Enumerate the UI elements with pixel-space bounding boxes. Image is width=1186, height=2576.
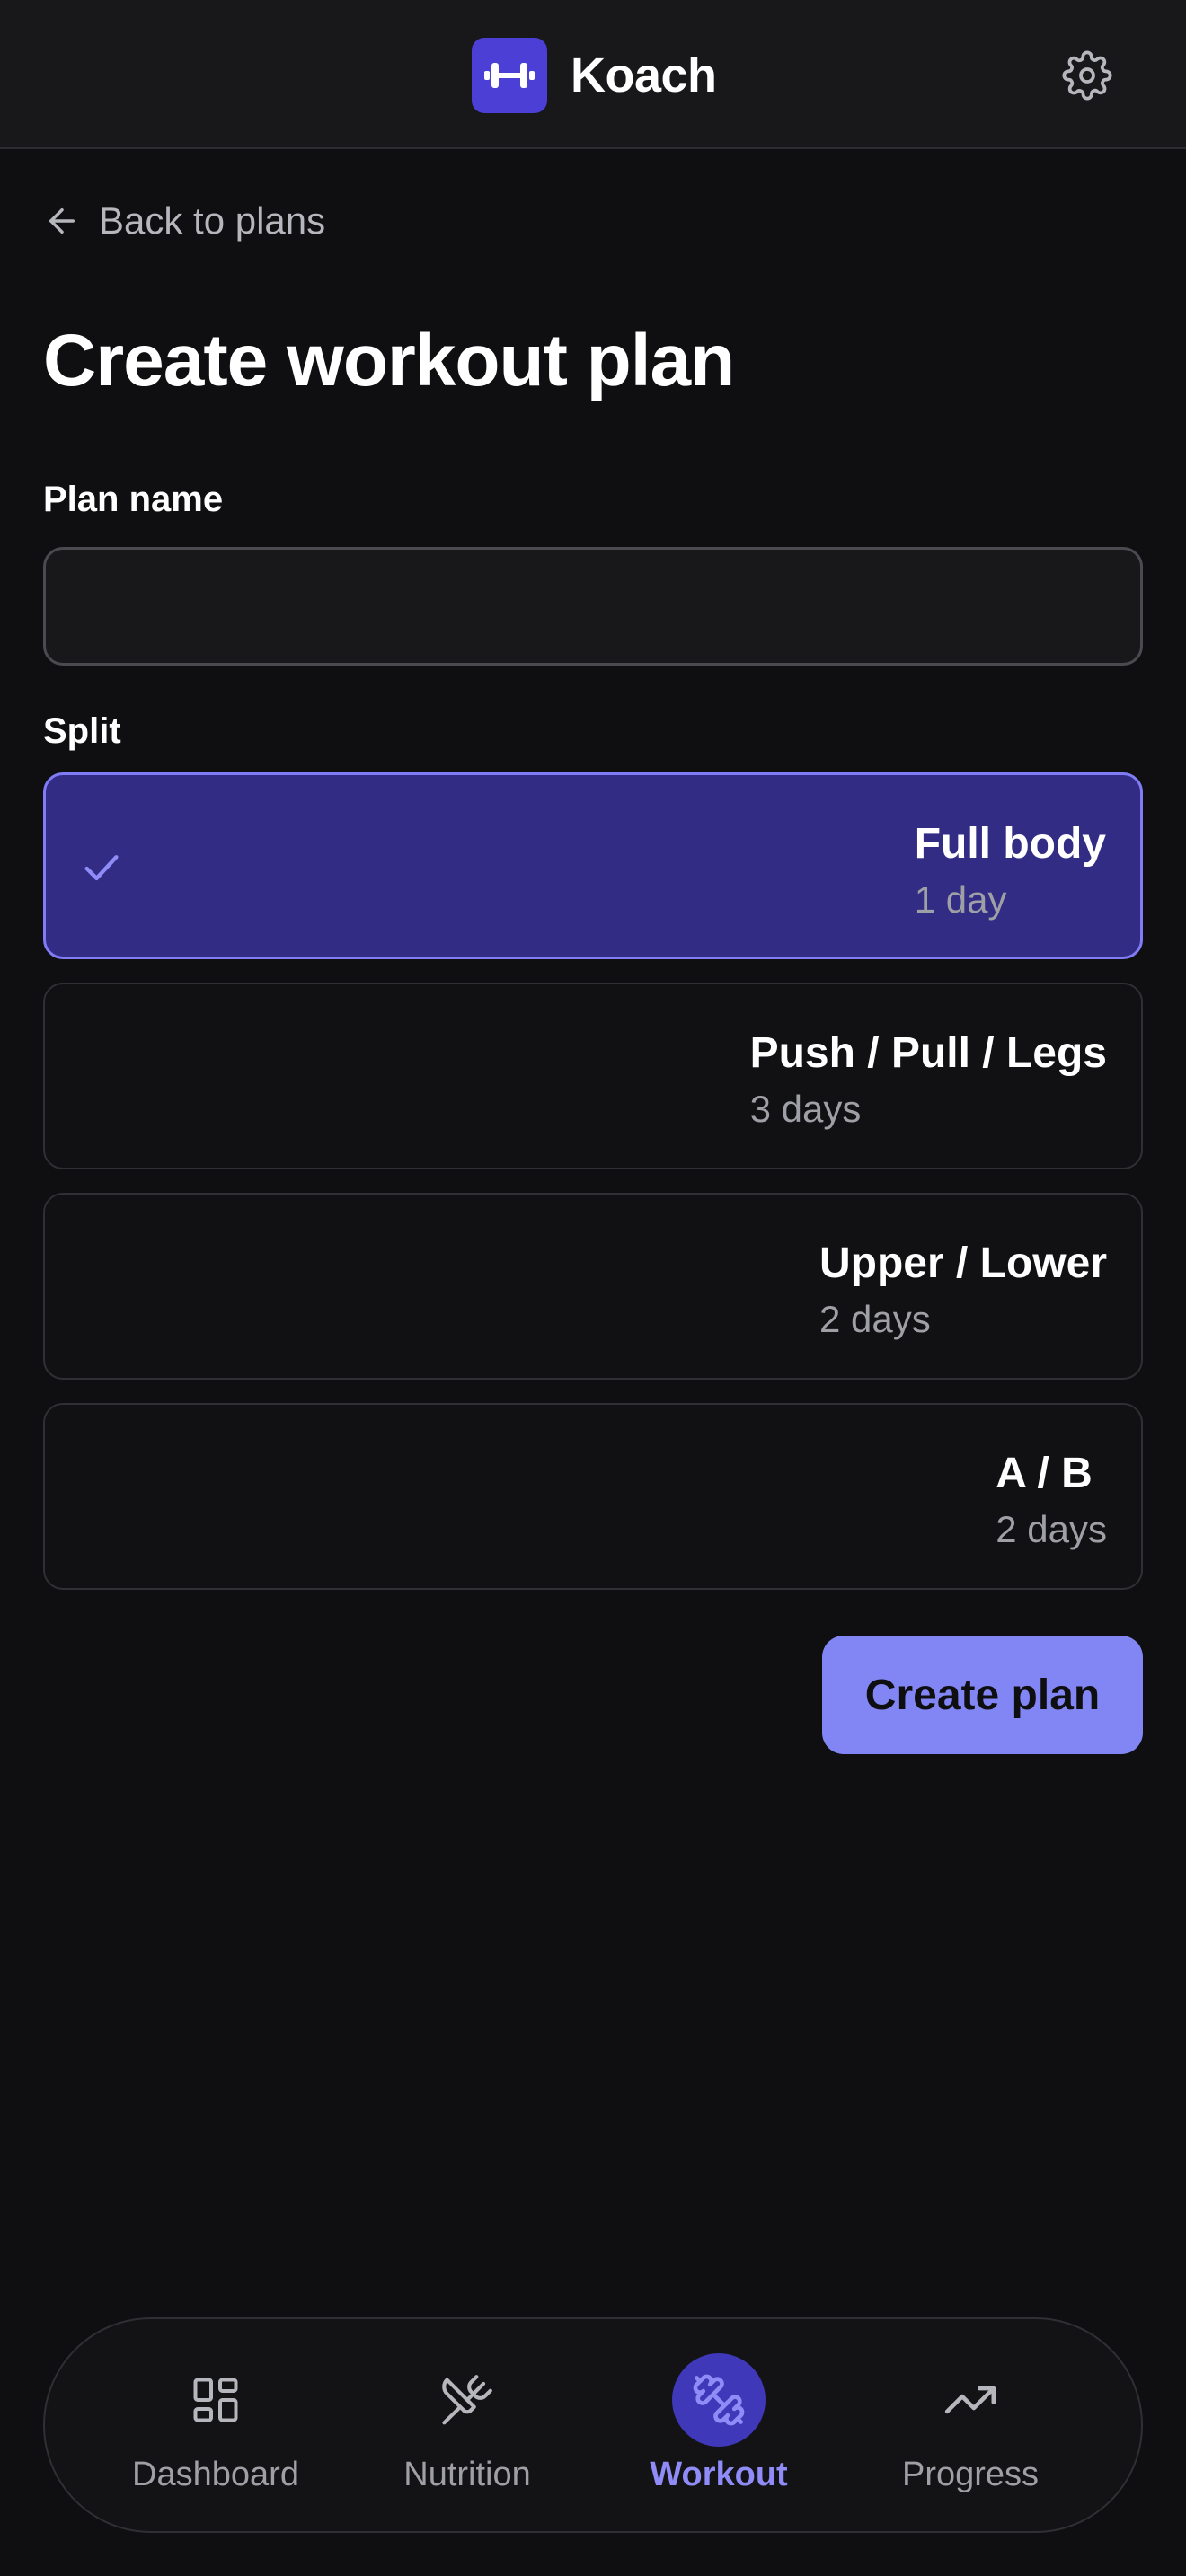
nav-label: Nutrition [403, 2456, 531, 2493]
nav-label: Workout [650, 2456, 788, 2493]
split-option-full-body[interactable]: Full body 1 day [43, 772, 1143, 959]
app-logo [472, 38, 547, 113]
nav-icon-wrap [420, 2353, 514, 2447]
split-option-subtitle: 3 days [749, 1088, 862, 1130]
fork-knife-icon [442, 2375, 492, 2425]
nav-item-dashboard[interactable]: Dashboard [90, 2319, 341, 2535]
split-option-subtitle: 2 days [996, 1508, 1107, 1550]
bottom-nav: Dashboard Nutrition Workout Progress [43, 2317, 1143, 2533]
app-header: Koach [0, 0, 1186, 149]
split-option-title: Upper / Lower [819, 1239, 1107, 1287]
split-option-text: Full body 1 day [915, 816, 1106, 928]
nav-icon-wrap [169, 2353, 262, 2447]
check-icon [84, 855, 119, 881]
create-plan-button[interactable]: Create plan [822, 1636, 1143, 1754]
nav-item-workout[interactable]: Workout [593, 2319, 845, 2535]
back-link-label: Back to plans [99, 199, 326, 242]
nav-item-nutrition[interactable]: Nutrition [341, 2319, 593, 2535]
nav-item-progress[interactable]: Progress [845, 2319, 1096, 2535]
back-to-plans-link[interactable]: Back to plans [43, 196, 325, 246]
gear-icon [1062, 50, 1112, 101]
split-option-a-b[interactable]: A / B 2 days [43, 1403, 1143, 1590]
app-name: Koach [571, 49, 717, 102]
dashboard-icon [193, 2378, 238, 2422]
plan-name-label: Plan name [43, 480, 224, 519]
nav-label: Dashboard [132, 2456, 299, 2493]
nav-icon-wrap [924, 2353, 1017, 2447]
trending-up-icon [944, 2386, 996, 2414]
split-option-title: Full body [914, 820, 1106, 868]
split-option-push-pull-legs[interactable]: Push / Pull / Legs 3 days [43, 983, 1143, 1169]
split-option-text: A / B 2 days [996, 1446, 1107, 1557]
split-label: Split [43, 711, 121, 751]
nav-icon-wrap [672, 2353, 766, 2447]
split-option-subtitle: 1 day [914, 878, 1007, 921]
split-option-title: A / B [996, 1450, 1093, 1497]
page-title: Create workout plan [43, 320, 735, 401]
nav-label: Progress [901, 2456, 1040, 2493]
dumbbell-icon [484, 63, 535, 88]
split-option-subtitle: 2 days [819, 1298, 931, 1340]
plan-name-input[interactable] [43, 547, 1143, 666]
brand: Koach [472, 38, 717, 113]
settings-button[interactable] [1060, 49, 1114, 102]
split-option-text: Upper / Lower 2 days [819, 1236, 1107, 1347]
split-option-text: Push / Pull / Legs 3 days [750, 1026, 1107, 1137]
arrow-left-icon [49, 208, 75, 234]
split-option-title: Push / Pull / Legs [749, 1029, 1107, 1077]
dumbbell-icon [693, 2374, 745, 2426]
split-option-upper-lower[interactable]: Upper / Lower 2 days [43, 1193, 1143, 1380]
